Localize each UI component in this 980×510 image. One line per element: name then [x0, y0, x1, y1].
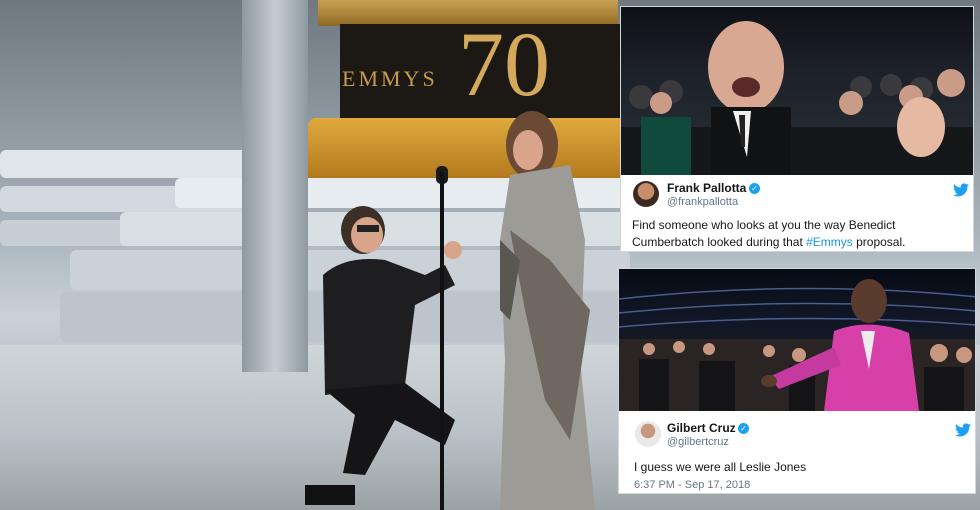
tweet-author-handle[interactable]: @gilbertcruz [667, 436, 729, 448]
twitter-bird-icon[interactable] [955, 423, 971, 437]
tweet-text: I guess we were all Leslie Jones [634, 460, 807, 474]
audience-illustration [619, 279, 975, 411]
tweet-author-name[interactable]: Gilbert Cruz [667, 421, 736, 435]
tweet-timestamp[interactable]: 6:37 PM - Sep 17, 2018 [634, 479, 750, 491]
tweet-photo-leslie-jones [619, 269, 975, 411]
tweet-text: Find someone who looks at you the way Be… [632, 217, 962, 251]
tweet-author-handle[interactable]: @frankpallotta [667, 196, 738, 208]
hashtag-link[interactable]: #Emmys [806, 235, 853, 249]
standing-woman-figure [500, 111, 595, 510]
tweet-photo-audience [621, 7, 973, 175]
stage-pillar [242, 0, 308, 372]
twitter-bird-icon[interactable] [953, 183, 969, 197]
tweet-text-part: proposal. [852, 235, 906, 249]
audience-illustration [621, 21, 973, 175]
verified-badge-icon: ✓ [738, 423, 749, 434]
emmy-statue-number: 70 [458, 13, 550, 115]
tweet-body: Frank Pallotta ✓ @frankpallotta Find som… [621, 175, 973, 253]
avatar[interactable] [633, 181, 659, 207]
emmy-statue-word: EMMYS [342, 66, 438, 91]
tweet-card-gilbert-cruz[interactable]: Gilbert Cruz ✓ @gilbertcruz I guess we w… [618, 268, 976, 494]
tweet-body: Gilbert Cruz ✓ @gilbertcruz I guess we w… [619, 411, 975, 495]
avatar[interactable] [635, 421, 661, 447]
microphone-stand [440, 172, 444, 510]
tweet-author-name[interactable]: Frank Pallotta [667, 181, 746, 195]
stage-tier [0, 150, 250, 178]
tweet-card-frank-pallotta[interactable]: Frank Pallotta ✓ @frankpallotta Find som… [620, 6, 974, 252]
verified-badge-icon: ✓ [749, 183, 760, 194]
